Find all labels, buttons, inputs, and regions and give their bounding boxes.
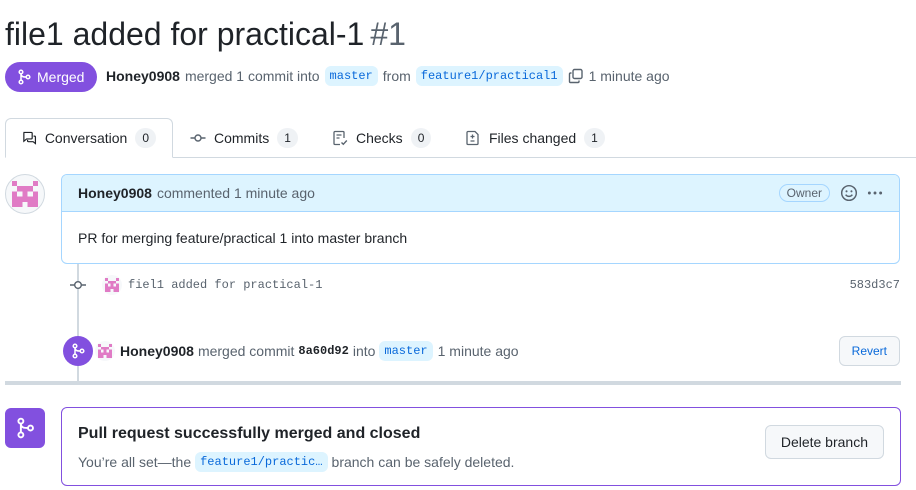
copy-icon[interactable] bbox=[568, 68, 584, 84]
pr-time: 1 minute ago bbox=[588, 68, 670, 84]
commit-message-link[interactable]: fiel1 added for practical-1 bbox=[128, 278, 322, 292]
delete-branch-button[interactable]: Delete branch bbox=[764, 425, 884, 459]
tab-commits[interactable]: Commits 1 bbox=[174, 118, 314, 158]
merge-sub-suffix: branch can be safely deleted. bbox=[331, 454, 515, 470]
git-merge-icon bbox=[17, 417, 34, 439]
pr-title: file1 added for practical-1 #1 bbox=[5, 14, 406, 54]
tab-label: Files changed bbox=[489, 130, 577, 146]
tab-label: Checks bbox=[356, 130, 403, 146]
tab-conversation[interactable]: Conversation 0 bbox=[5, 118, 173, 158]
file-diff-icon bbox=[466, 130, 479, 146]
tab-counter: 1 bbox=[584, 128, 605, 148]
avatar[interactable] bbox=[5, 174, 45, 214]
merge-sub-prefix: You’re all set—the bbox=[78, 454, 192, 470]
checklist-icon bbox=[333, 130, 348, 146]
git-commit-icon bbox=[70, 280, 86, 289]
merged-text: merged 1 commit into bbox=[184, 68, 320, 84]
state-label: Merged bbox=[37, 69, 85, 85]
merge-status-title: Pull request successfully merged and clo… bbox=[78, 425, 421, 442]
pr-number: #1 bbox=[370, 16, 406, 52]
revert-button[interactable]: Revert bbox=[838, 336, 900, 366]
merge-status-icon bbox=[5, 408, 45, 448]
merge-time[interactable]: 1 minute ago bbox=[438, 343, 519, 359]
git-merge-icon bbox=[18, 69, 31, 85]
merged-event: Honey0908 merged commit 8a60d92 into mas… bbox=[63, 335, 900, 367]
merge-commit-sha-link[interactable]: 8a60d92 bbox=[298, 344, 348, 358]
pr-title-text: file1 added for practical-1 bbox=[5, 16, 365, 52]
comment-header: Honey0908 commented 1 minute ago Owner bbox=[62, 175, 899, 212]
tab-counter: 1 bbox=[277, 128, 298, 148]
tab-checks[interactable]: Checks 0 bbox=[316, 118, 447, 158]
smiley-icon[interactable] bbox=[840, 184, 858, 202]
comment-body: PR for merging feature/practical 1 into … bbox=[78, 230, 408, 246]
comment-box: Honey0908 commented 1 minute ago Owner P… bbox=[61, 174, 900, 264]
avatar[interactable] bbox=[102, 275, 122, 295]
commit-row: fiel1 added for practical-1 583d3c7 bbox=[68, 274, 900, 296]
tab-label: Commits bbox=[214, 130, 270, 146]
into-text: into bbox=[352, 343, 376, 359]
from-text: from bbox=[382, 68, 411, 84]
identicon-icon bbox=[105, 278, 119, 292]
deletable-branch[interactable]: feature1/practic… bbox=[195, 452, 328, 472]
git-commit-icon bbox=[190, 134, 206, 142]
merge-base-branch[interactable]: master bbox=[379, 341, 433, 361]
timeline-end-divider bbox=[5, 381, 901, 385]
git-merge-icon bbox=[72, 343, 85, 359]
tab-counter: 0 bbox=[135, 128, 156, 148]
owner-label: Owner bbox=[778, 184, 830, 202]
avatar[interactable] bbox=[95, 341, 115, 361]
merged-state-badge: Merged bbox=[5, 62, 98, 92]
tab-label: Conversation bbox=[44, 130, 128, 146]
head-branch[interactable]: feature1/practical1 bbox=[415, 66, 563, 86]
base-branch[interactable]: master bbox=[324, 66, 378, 86]
tab-files-changed[interactable]: Files changed 1 bbox=[449, 118, 621, 158]
pr-author-link[interactable]: Honey0908 bbox=[106, 68, 180, 84]
identicon-icon bbox=[12, 181, 38, 207]
comment-action[interactable]: commented 1 minute ago bbox=[157, 185, 315, 201]
merge-author-link[interactable]: Honey0908 bbox=[120, 343, 194, 359]
pr-meta: Honey0908 merged 1 commit into master fr… bbox=[106, 64, 670, 88]
merge-text: merged commit bbox=[197, 343, 295, 359]
merge-badge bbox=[63, 336, 93, 366]
comment-author-link[interactable]: Honey0908 bbox=[78, 185, 152, 201]
merge-status-box: Pull request successfully merged and clo… bbox=[61, 407, 901, 486]
kebab-horizontal-icon[interactable] bbox=[866, 184, 884, 202]
comment-discussion-icon bbox=[23, 131, 37, 145]
tab-counter: 0 bbox=[410, 128, 432, 148]
commit-sha-link[interactable]: 583d3c7 bbox=[850, 278, 900, 292]
identicon-icon bbox=[98, 344, 112, 358]
merge-status-subtitle: You’re all set—the feature1/practic… bra… bbox=[78, 452, 514, 472]
